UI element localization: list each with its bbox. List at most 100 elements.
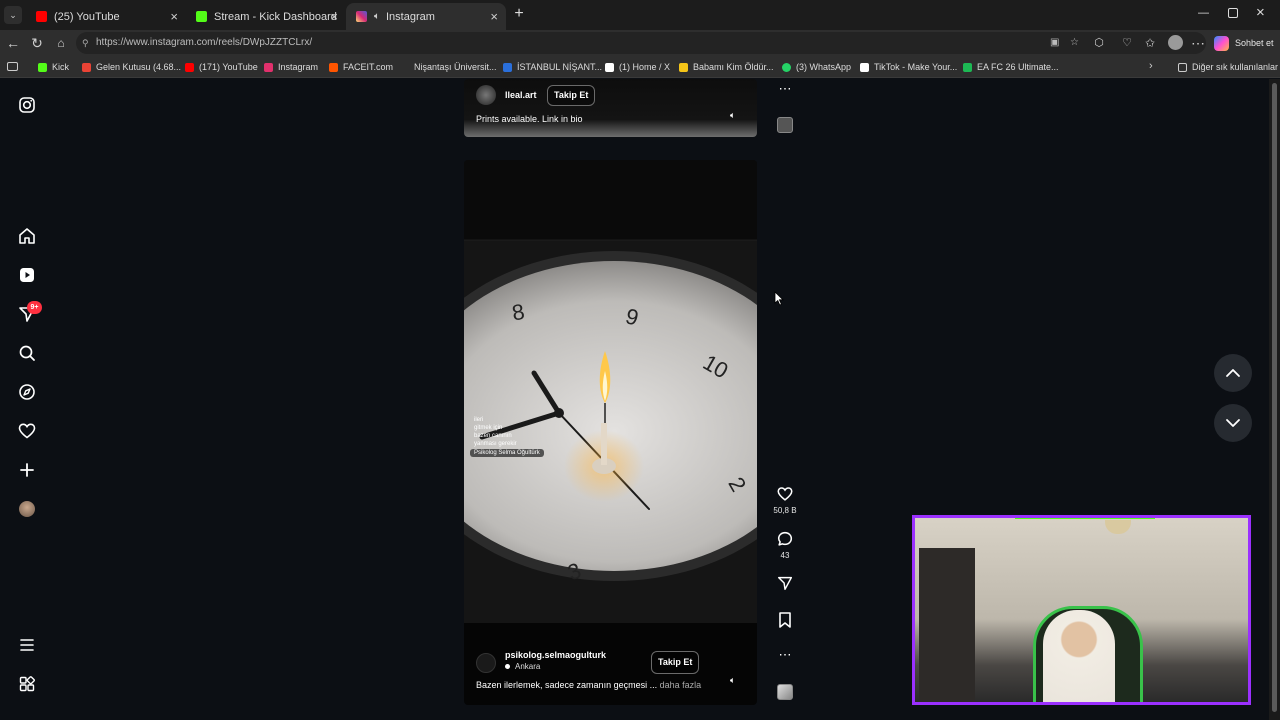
audio-thumbnail[interactable] (777, 684, 793, 700)
explore-icon[interactable] (17, 382, 37, 402)
more-link[interactable]: daha fazla (660, 680, 702, 690)
audio-thumbnail[interactable] (777, 117, 793, 133)
reload-icon[interactable]: ↻ (28, 34, 46, 52)
instagram-icon (264, 62, 273, 72)
x-icon (605, 62, 614, 72)
more-options-icon[interactable]: ⋯ (773, 647, 797, 663)
folder-icon (1178, 62, 1187, 72)
bookmark-label: Diğer sık kullanılanlar (1192, 62, 1279, 72)
webcam-accent-bar (1015, 518, 1155, 519)
bookmark-item[interactable]: (171) YouTube (185, 56, 258, 78)
reel-location[interactable]: Ankara (505, 662, 540, 671)
create-icon[interactable] (17, 460, 37, 480)
profile-avatar[interactable] (1168, 35, 1183, 50)
like-icon[interactable] (776, 485, 794, 503)
minimize-icon[interactable]: — (1198, 7, 1209, 19)
bookmark-item[interactable]: Instagram (264, 56, 318, 78)
faceit-icon (329, 62, 338, 72)
video-name-tag: Psikolog Selma Oğultürk (470, 449, 544, 457)
other-bookmarks-folder[interactable]: Diğer sık kullanılanlar (1178, 56, 1278, 78)
reels-icon[interactable] (17, 265, 37, 285)
reel-avatar[interactable] (476, 653, 496, 673)
instagram-logo-icon[interactable] (17, 95, 37, 115)
browser-tab-strip: ⌄ (25) YouTube × Stream - Kick Dashboard… (0, 0, 1280, 30)
bookmark-label: Instagram (278, 62, 319, 72)
profile-avatar[interactable] (19, 501, 35, 517)
chevron-down-icon (1226, 419, 1240, 427)
collections-icon[interactable] (7, 62, 18, 71)
tab-list-dropdown-icon[interactable]: ⌄ (4, 6, 22, 24)
instagram-page: 9+ lleal.art Takip Et Prints available. … (0, 79, 1269, 720)
bookmark-item[interactable]: (1) Home / X (605, 56, 670, 78)
overlay-line: bazen canının (474, 433, 512, 439)
reel-avatar[interactable] (476, 85, 496, 105)
reel-previous[interactable]: lleal.art Takip Et Prints available. Lin… (464, 79, 757, 137)
reel-current[interactable]: 8 9 10 2 3 ileri gitmek için bazen canın… (464, 160, 757, 705)
copilot-button[interactable]: Sohbet et (1214, 33, 1274, 53)
bookmark-label: Nişantaşı Üniversit... (414, 62, 497, 72)
extensions-icon[interactable]: ⬡ (1090, 34, 1108, 52)
whatsapp-icon (782, 62, 791, 72)
save-bookmark-icon[interactable] (777, 611, 793, 629)
reel-username[interactable]: psikolog.selmaogulturk (505, 650, 606, 660)
menu-icon[interactable] (17, 635, 37, 655)
reel-caption-line: Bazen ilerlemek, sadece zamanın geçmesi … (476, 680, 701, 690)
bookmark-item[interactable]: EA FC 26 Ultimate... (963, 56, 1059, 78)
close-window-icon[interactable]: × (1256, 4, 1265, 21)
tab-youtube[interactable]: (25) YouTube × (26, 3, 186, 30)
speaker-icon[interactable]: 🔈︎ (374, 11, 380, 22)
comment-icon[interactable] (776, 530, 794, 548)
bookmark-item[interactable]: Nişantaşı Üniversit... (400, 56, 497, 78)
app-available-icon[interactable]: ▣ (1050, 32, 1059, 54)
follow-button[interactable]: Takip Et (651, 651, 700, 674)
site-info-icon[interactable]: ⚲ (82, 32, 89, 54)
new-tab-button[interactable]: + (511, 5, 527, 23)
favorites-icon[interactable]: ✩ (1141, 34, 1159, 52)
gmail-icon (82, 62, 91, 72)
bookmark-item[interactable]: Gelen Kutusu (4.68... (82, 56, 181, 78)
bookmark-item[interactable]: TikTok - Make Your... (860, 56, 957, 78)
back-icon[interactable]: ← (4, 34, 22, 52)
reel-username[interactable]: lleal.art (505, 90, 537, 100)
share-icon[interactable] (776, 574, 794, 592)
follow-button[interactable]: Takip Et (547, 85, 596, 106)
next-reel-button[interactable] (1214, 404, 1252, 442)
bookmark-item[interactable]: Babamı Kim Öldür... (679, 56, 774, 78)
webcam-person (1043, 610, 1115, 702)
close-icon[interactable]: × (330, 9, 338, 24)
bookmark-label: (1) Home / X (619, 62, 671, 72)
bookmark-item[interactable]: İSTANBUL NİŞANT... (503, 56, 602, 78)
previous-reel-button[interactable] (1214, 354, 1252, 392)
speaker-icon[interactable]: 🔈︎ (730, 675, 735, 686)
restore-icon[interactable] (1228, 8, 1238, 18)
university-icon (503, 62, 512, 72)
speaker-icon[interactable]: 🔈︎ (730, 110, 735, 121)
tab-title: (25) YouTube (54, 10, 120, 23)
more-apps-icon[interactable] (17, 674, 37, 694)
home-icon[interactable] (17, 226, 37, 246)
tiktok-icon (860, 62, 869, 72)
tab-title: Stream - Kick Dashboard (214, 10, 337, 23)
copilot-icon (1214, 35, 1229, 51)
instagram-icon (356, 11, 367, 22)
more-options-icon[interactable]: ⋯ (773, 81, 797, 97)
favorite-star-icon[interactable]: ☆ (1070, 32, 1079, 54)
page-scrollbar[interactable] (1269, 79, 1280, 720)
home-icon[interactable]: ⌂ (52, 34, 70, 52)
address-bar[interactable]: ⚲ https://www.instagram.com/reels/DWpJZZ… (76, 32, 1206, 54)
notifications-icon[interactable] (17, 421, 37, 441)
browser-essentials-icon[interactable]: ♡ (1118, 34, 1136, 52)
search-icon[interactable] (17, 343, 37, 363)
bookmark-label: Gelen Kutusu (4.68... (96, 62, 182, 72)
close-icon[interactable]: × (170, 9, 178, 24)
bookmark-item[interactable]: FACEIT.com (329, 56, 393, 78)
more-menu-icon[interactable]: ⋯ (1189, 34, 1207, 52)
bookmark-item[interactable]: Kick (38, 56, 69, 78)
reel-caption: Prints available. Link in bio (476, 114, 583, 124)
close-icon[interactable]: × (490, 9, 498, 24)
tab-kick-dashboard[interactable]: Stream - Kick Dashboard × (186, 3, 346, 30)
scrollbar-thumb[interactable] (1272, 83, 1277, 712)
tab-instagram[interactable]: 🔈︎ Instagram × (346, 3, 506, 30)
bookmark-item[interactable]: (3) WhatsApp (782, 56, 851, 78)
chevron-right-icon[interactable]: › (1149, 60, 1153, 72)
